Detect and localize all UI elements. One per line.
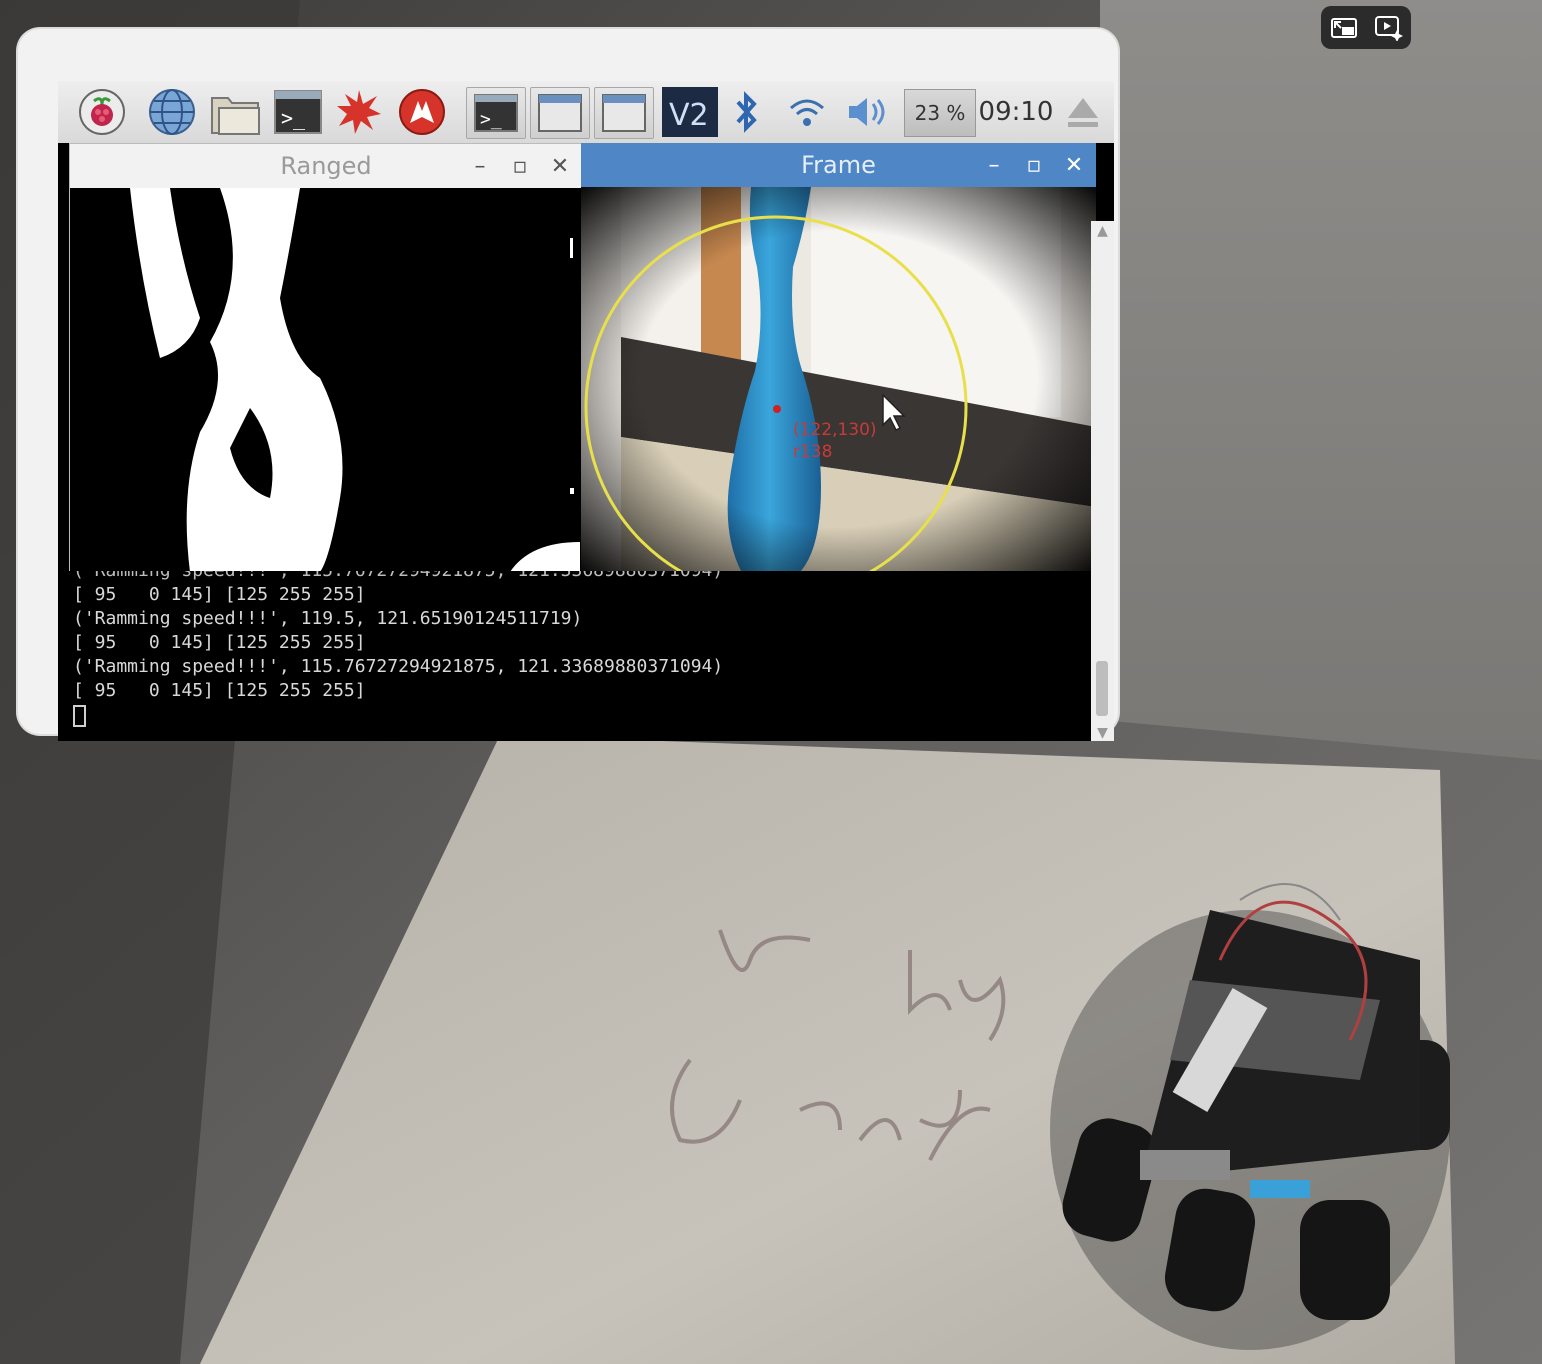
svg-text:V2: V2 xyxy=(669,98,709,133)
scroll-up-icon[interactable]: ▲ xyxy=(1095,223,1110,239)
terminal-line: [ 95 0 145] [125 255 255] xyxy=(73,680,366,701)
video-controls xyxy=(1321,6,1411,49)
terminal-cursor xyxy=(73,705,86,727)
window-title: Ranged xyxy=(280,152,372,180)
terminal-output[interactable]: ('Ramming speed!!!', 115.76727294921875,… xyxy=(69,571,1091,741)
frame-window: Frame – ▫ ✕ (122,130) r138 xyxy=(581,143,1096,571)
maximize-button[interactable]: ▫ xyxy=(510,154,530,179)
ranged-titlebar[interactable]: Ranged – ▫ ✕ xyxy=(70,144,582,188)
terminal-icon[interactable]: >_ xyxy=(270,87,326,137)
raspberry-pi-desktop: >_ >_ V2 23 % 09:10 Ranged – ▫ ✕ Frame –… xyxy=(58,81,1114,741)
terminal-line: [ 95 0 145] [125 255 255] xyxy=(73,632,366,653)
volume-icon[interactable] xyxy=(842,87,894,137)
tracking-coordinates: (122,130) xyxy=(793,420,877,440)
terminal-line: ('Ramming speed!!!', 115.76727294921875,… xyxy=(73,571,1091,583)
ranged-window: Ranged – ▫ ✕ xyxy=(69,143,583,573)
maximize-button[interactable]: ▫ xyxy=(1024,153,1044,178)
mathematica-icon[interactable] xyxy=(334,87,384,137)
terminal-line: ('Ramming speed!!!', 119.5, 121.65190124… xyxy=(73,608,583,629)
scroll-down-icon[interactable]: ▼ xyxy=(1095,725,1110,741)
terminal-scrollbar[interactable]: ▲ ▼ xyxy=(1091,221,1114,741)
threshold-mask-view xyxy=(70,188,582,572)
minimize-button[interactable]: – xyxy=(984,153,1004,178)
video-sparkle-icon[interactable] xyxy=(1372,11,1406,45)
wolfram-icon[interactable] xyxy=(394,87,450,137)
window-task-icon[interactable] xyxy=(530,87,590,139)
camera-frame-view: (122,130) r138 xyxy=(581,187,1096,571)
window-task-icon-2[interactable] xyxy=(594,87,654,139)
terminal-task-icon[interactable]: >_ xyxy=(466,87,526,139)
svg-text:>_: >_ xyxy=(480,109,502,130)
minimize-button[interactable]: – xyxy=(470,154,490,179)
wifi-icon[interactable] xyxy=(784,87,830,137)
tracking-radius: r138 xyxy=(793,442,832,462)
web-browser-icon[interactable] xyxy=(144,87,200,137)
cpu-usage-monitor[interactable]: 23 % xyxy=(904,89,976,137)
frame-titlebar[interactable]: Frame – ▫ ✕ xyxy=(581,143,1096,187)
svg-text:>_: >_ xyxy=(281,106,306,130)
terminal-line: [ 95 0 145] [125 255 255] xyxy=(73,584,366,605)
raspberry-menu-icon[interactable] xyxy=(74,87,130,137)
tracking-center-dot xyxy=(773,405,781,413)
clock[interactable]: 09:10 xyxy=(979,89,1054,135)
eject-icon[interactable] xyxy=(1060,87,1106,137)
close-button[interactable]: ✕ xyxy=(1064,153,1084,178)
file-manager-icon[interactable] xyxy=(206,87,266,137)
bluetooth-icon[interactable] xyxy=(726,87,766,137)
picture-in-picture-frame: >_ >_ V2 23 % 09:10 Ranged – ▫ ✕ Frame –… xyxy=(18,29,1118,741)
terminal-line: ('Ramming speed!!!', 115.76727294921875,… xyxy=(73,656,724,677)
scroll-thumb[interactable] xyxy=(1096,661,1108,716)
exit-pip-icon[interactable] xyxy=(1327,11,1361,45)
vnc-icon[interactable]: V2 xyxy=(662,87,718,137)
close-button[interactable]: ✕ xyxy=(550,154,570,179)
window-title: Frame xyxy=(801,151,876,179)
taskbar: >_ >_ V2 23 % 09:10 xyxy=(58,81,1114,143)
